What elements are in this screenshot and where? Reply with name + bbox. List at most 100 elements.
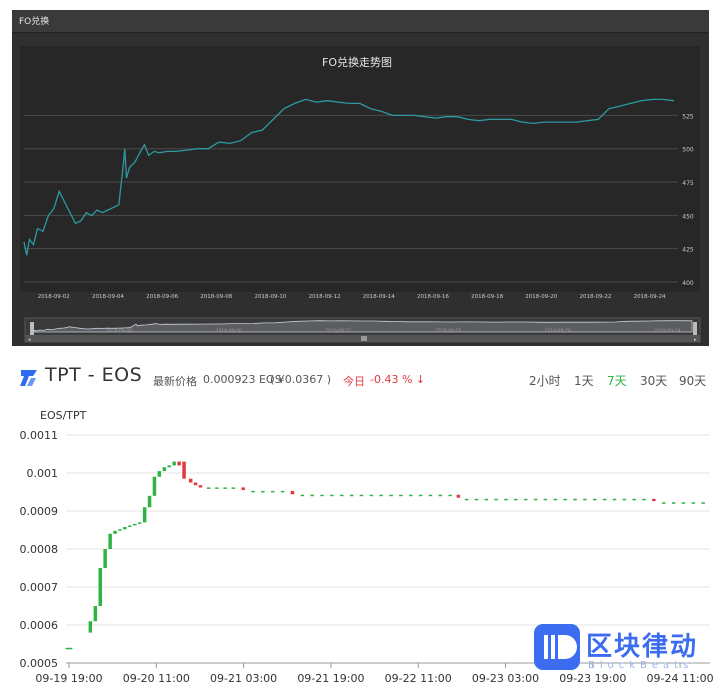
candle <box>622 498 627 501</box>
candle <box>261 490 265 493</box>
candle <box>157 471 162 477</box>
candle <box>681 502 686 504</box>
candle <box>271 490 275 493</box>
candle <box>330 494 334 497</box>
candle <box>88 621 93 633</box>
candle <box>438 494 443 497</box>
candle <box>113 530 117 534</box>
candle <box>379 494 383 497</box>
timeframe-1d-tab[interactable]: 1天 <box>574 372 594 389</box>
x-tick-label: 2018-09-20 <box>525 294 557 300</box>
candle <box>162 467 167 472</box>
zoom-slider[interactable]: ◂ ▸ 2018-09-04 2018-09-08 2018-09-12 2018-0… <box>24 317 701 343</box>
zoom-x-tick-label: 2018-09-16 <box>435 328 461 334</box>
timeframe-30d-tab[interactable]: 30天 <box>640 372 667 389</box>
change-value: -0.43 % ↓ <box>370 373 426 386</box>
candle <box>691 502 696 504</box>
zoom-handle-left[interactable] <box>30 322 34 336</box>
candle <box>231 487 236 489</box>
y-tick-label: 0.0006 <box>20 619 59 632</box>
candle <box>182 461 186 479</box>
x-tick-label: 09-23 19:00 <box>559 672 626 685</box>
panel-header: FO兑换 <box>12 10 709 33</box>
candle <box>193 482 198 486</box>
x-tick-label: 2018-09-06 <box>146 294 178 300</box>
candle <box>137 522 142 524</box>
candle <box>632 498 636 501</box>
y-tick-label: 0.0007 <box>20 581 59 594</box>
candle <box>206 487 211 489</box>
chart-title: FO兑换走势图 <box>322 55 392 69</box>
timeframe-2h-tab[interactable]: 2小时 <box>529 372 561 389</box>
y-tick-label: 0.0008 <box>20 543 59 556</box>
zoom-x-tick-label: 2018-09-04 <box>106 328 132 334</box>
candle <box>128 525 132 527</box>
candle <box>167 465 171 468</box>
candle <box>251 490 255 493</box>
candle <box>652 498 656 502</box>
candle <box>359 494 364 497</box>
candles <box>65 461 705 650</box>
candle <box>389 494 393 497</box>
x-tick-label: 2018-09-12 <box>309 294 341 300</box>
watermark-text: 区块律动 <box>586 632 699 662</box>
x-tick-label: 2018-09-10 <box>254 294 286 300</box>
timeframe-7d-tab[interactable]: 7天 <box>607 372 627 389</box>
zoom-handle-right[interactable] <box>693 322 697 336</box>
candle <box>671 502 676 504</box>
x-tick-label: 2018-09-08 <box>200 294 232 300</box>
candle <box>65 647 70 650</box>
candle <box>602 498 607 501</box>
candle <box>514 498 518 501</box>
candle <box>593 498 597 501</box>
candle <box>642 498 646 501</box>
scroll-thumb[interactable] <box>361 336 367 341</box>
x-tick-label: 09-22 11:00 <box>385 672 452 685</box>
candle <box>188 478 193 483</box>
x-tick-label: 09-21 03:00 <box>210 672 277 685</box>
x-tick-label: 09-21 19:00 <box>297 672 364 685</box>
candle <box>524 498 528 501</box>
candle <box>172 461 176 466</box>
watermark-subtext: BlockBeats <box>588 660 694 671</box>
x-tick-label: 2018-09-02 <box>38 294 70 300</box>
candle <box>142 507 147 523</box>
x-tick-label: 09-23 03:00 <box>472 672 539 685</box>
candle <box>310 494 314 497</box>
candle <box>103 549 107 568</box>
candle <box>464 498 469 501</box>
candle <box>428 494 433 497</box>
candle <box>147 495 152 508</box>
candle <box>290 490 295 495</box>
candle <box>349 494 354 497</box>
candle <box>340 494 344 497</box>
x-tick-label: 09-20 11:00 <box>123 672 190 685</box>
candle <box>543 498 548 501</box>
x-tick-label: 09-24 11:00 <box>647 672 714 685</box>
y-axis: 0.0005 0.0006 0.0007 0.0008 0.0009 0.001 0.001… <box>20 429 59 670</box>
fo-exchange-panel: FO兑换 FO兑换走势图 400 425 450 475 500 525 2018-09-… <box>12 10 709 346</box>
x-tick-label: 2018-09-16 <box>417 294 449 300</box>
candle <box>300 494 305 497</box>
candle <box>701 502 705 504</box>
y-tick-label: 400 <box>682 280 694 287</box>
y-tick-label: 525 <box>682 113 694 120</box>
y-tick-label: 0.001 <box>27 467 59 480</box>
candle <box>108 533 112 549</box>
candle <box>320 494 324 497</box>
y-tick-label: 475 <box>682 180 694 187</box>
candle <box>241 487 245 491</box>
candle <box>68 647 73 650</box>
candle <box>123 527 127 530</box>
candle <box>93 606 98 622</box>
timeframe-90d-tab[interactable]: 90天 <box>679 372 706 389</box>
plot-background <box>20 46 700 292</box>
zoom-x-tick-label: 2018-09-24 <box>654 328 680 334</box>
candle <box>662 502 666 504</box>
candle <box>553 498 558 501</box>
zoom-x-tick-label: 2018-09-20 <box>545 328 571 334</box>
y-tick-label: 0.0011 <box>20 429 59 442</box>
candle <box>198 485 203 488</box>
candle <box>418 494 423 497</box>
latest-price-cny: ( ¥0.0367 ) <box>270 373 332 386</box>
